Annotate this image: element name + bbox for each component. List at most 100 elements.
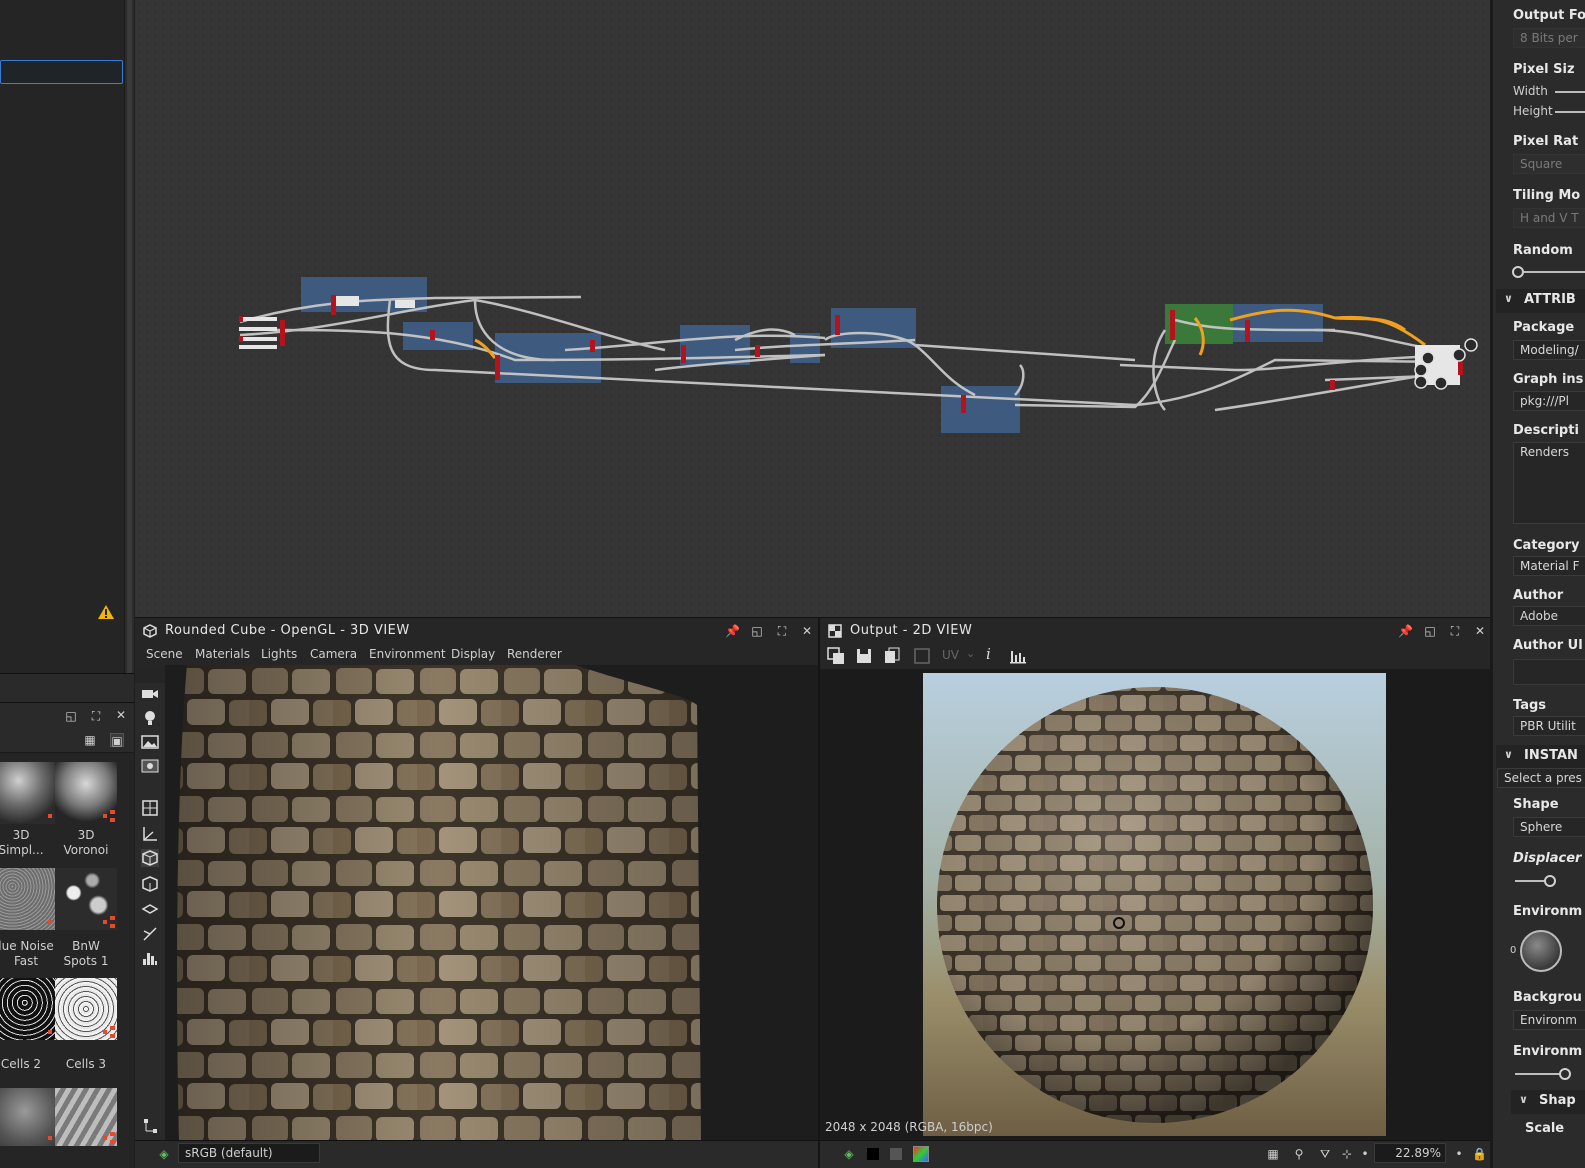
view3d-viewport[interactable] bbox=[165, 665, 818, 1140]
uv-dropdown-icon[interactable]: ⌄ bbox=[966, 647, 975, 660]
library-thumb-3d-simplex[interactable] bbox=[0, 762, 62, 824]
layers-stack-icon[interactable]: ◈ bbox=[157, 1147, 171, 1161]
camera-icon[interactable] bbox=[141, 685, 159, 703]
close-icon[interactable]: ✕ bbox=[800, 624, 814, 638]
histogram-icon[interactable] bbox=[1009, 647, 1027, 665]
uv-toggle[interactable]: UV bbox=[942, 648, 959, 662]
environment-icon[interactable] bbox=[141, 733, 159, 751]
layers-icon[interactable] bbox=[141, 901, 159, 919]
layers-stack-icon[interactable]: ◈ bbox=[842, 1147, 856, 1161]
instance-section-header[interactable]: ∨ INSTAN bbox=[1496, 745, 1585, 769]
description-field[interactable]: Renders bbox=[1513, 442, 1585, 524]
pin-icon[interactable]: ◱ bbox=[64, 709, 78, 723]
gray-swatch[interactable] bbox=[890, 1148, 902, 1160]
menu-environment[interactable]: Environment bbox=[369, 647, 446, 661]
zoom-in-icon[interactable]: • bbox=[1452, 1147, 1466, 1161]
author-field[interactable]: Adobe bbox=[1513, 606, 1585, 626]
filter-icon[interactable]: ⛛ bbox=[1318, 1147, 1332, 1161]
maximize-icon[interactable]: ⛶ bbox=[1448, 624, 1462, 638]
render-settings-icon[interactable] bbox=[141, 757, 159, 775]
info-icon[interactable]: i bbox=[986, 645, 991, 663]
shape-section-header[interactable]: ∨ Shap bbox=[1511, 1090, 1585, 1114]
view3d-titlebar: Rounded Cube - OpenGL - 3D VIEW 📌 ◱ ⛶ ✕ bbox=[135, 618, 818, 644]
width-slider[interactable] bbox=[1555, 91, 1585, 93]
displacement-slider-knob[interactable] bbox=[1544, 875, 1556, 887]
light-icon[interactable] bbox=[141, 709, 159, 727]
close-icon[interactable]: ✕ bbox=[114, 708, 128, 722]
environment-exposure-slider-knob[interactable] bbox=[1559, 1068, 1571, 1080]
random-seed-slider-knob[interactable] bbox=[1512, 266, 1524, 278]
shaded-cube-icon[interactable] bbox=[141, 849, 159, 867]
displacement-label: Displacer bbox=[1513, 851, 1582, 866]
float-icon[interactable]: ◱ bbox=[1423, 624, 1437, 638]
export-icon[interactable] bbox=[827, 647, 845, 665]
menu-scene[interactable]: Scene bbox=[146, 647, 183, 661]
library-thumb-3d-voronoi[interactable] bbox=[55, 762, 117, 824]
tags-field[interactable]: PBR Utilit bbox=[1513, 716, 1585, 736]
zoom-field[interactable]: 22.89% bbox=[1374, 1143, 1446, 1163]
library-toolbar: ▦ ▣ bbox=[0, 729, 134, 753]
save-icon[interactable] bbox=[855, 647, 873, 665]
output-format-label: Output Fo bbox=[1513, 8, 1585, 23]
zoom-out-icon[interactable]: • bbox=[1358, 1147, 1372, 1161]
histogram-icon[interactable] bbox=[141, 949, 159, 967]
author-url-label: Author Ul bbox=[1513, 638, 1583, 653]
attributes-section-header[interactable]: ∨ ATTRIB bbox=[1496, 289, 1585, 313]
category-field[interactable]: Material F bbox=[1513, 556, 1585, 576]
package-label: Package bbox=[1513, 320, 1575, 335]
float-icon[interactable]: ◱ bbox=[750, 624, 764, 638]
grid-icon[interactable]: ▦ bbox=[1266, 1147, 1280, 1161]
height-slider[interactable] bbox=[1555, 111, 1585, 113]
grid-view-icon[interactable]: ▦ bbox=[83, 733, 97, 747]
menu-lights[interactable]: Lights bbox=[261, 647, 297, 661]
tags-label: Tags bbox=[1513, 698, 1547, 713]
maximize-icon[interactable]: ⛶ bbox=[775, 624, 789, 638]
gizmo-icon[interactable] bbox=[141, 925, 159, 943]
thumbnail-view-icon[interactable]: ▣ bbox=[110, 733, 124, 748]
black-swatch[interactable] bbox=[867, 1148, 879, 1160]
node-graph-canvas[interactable] bbox=[135, 0, 1490, 617]
warning-triangle-icon[interactable] bbox=[97, 604, 115, 620]
pin-icon[interactable]: 📌 bbox=[725, 624, 740, 638]
background-select[interactable]: Environm bbox=[1513, 1010, 1585, 1030]
random-seed-slider[interactable] bbox=[1524, 271, 1585, 273]
output-format-field[interactable]: 8 Bits per bbox=[1513, 28, 1585, 48]
menu-materials[interactable]: Materials bbox=[195, 647, 250, 661]
tiling-mode-field[interactable]: H and V T bbox=[1513, 208, 1585, 228]
lock-icon[interactable]: 🔒 bbox=[1472, 1147, 1487, 1161]
menu-display[interactable]: Display bbox=[451, 647, 495, 661]
menu-camera[interactable]: Camera bbox=[310, 647, 357, 661]
author-url-field[interactable] bbox=[1513, 659, 1585, 685]
shape-select[interactable]: Sphere bbox=[1513, 817, 1585, 837]
compare-icon[interactable] bbox=[913, 647, 931, 665]
color-channels-icon[interactable] bbox=[913, 1146, 929, 1162]
axis-icon[interactable] bbox=[141, 825, 159, 843]
environment-exposure-slider[interactable] bbox=[1515, 1073, 1561, 1075]
pin-icon[interactable]: ⚲ bbox=[1292, 1147, 1306, 1161]
explorer-selected-row[interactable] bbox=[0, 60, 123, 84]
graph-instance-field[interactable]: pkg:///Pl bbox=[1513, 391, 1585, 411]
wireframe-cube-icon[interactable] bbox=[141, 875, 159, 893]
library-thumb-cells-3[interactable] bbox=[55, 978, 117, 1040]
uv-grid-icon[interactable] bbox=[141, 799, 159, 817]
menu-renderer[interactable]: Renderer bbox=[507, 647, 562, 661]
library-thumb-bnw-spots[interactable] bbox=[55, 868, 117, 930]
graph-frame[interactable] bbox=[941, 386, 1020, 433]
library-thumb-clouds[interactable] bbox=[0, 1088, 62, 1146]
hierarchy-icon[interactable] bbox=[141, 1117, 159, 1135]
library-thumb-blue-noise[interactable] bbox=[0, 868, 62, 930]
pin-icon[interactable]: 📌 bbox=[1398, 624, 1413, 638]
library-thumb-cells-2[interactable] bbox=[0, 978, 62, 1040]
tiling-mode-label: Tiling Mo bbox=[1513, 188, 1581, 203]
tile-icon[interactable]: ⊹ bbox=[1340, 1147, 1354, 1161]
colorspace-select[interactable]: sRGB (default) bbox=[178, 1143, 320, 1163]
library-thumb-directional[interactable] bbox=[55, 1088, 117, 1146]
explorer-scrollbar[interactable] bbox=[124, 0, 134, 673]
copy-icon[interactable] bbox=[883, 647, 901, 665]
environment-rotation-dial[interactable] bbox=[1520, 930, 1562, 972]
package-field[interactable]: Modeling/ bbox=[1513, 340, 1585, 360]
pixel-ratio-field[interactable]: Square bbox=[1513, 154, 1585, 174]
maximize-icon[interactable]: ⛶ bbox=[89, 709, 103, 723]
preset-select[interactable]: Select a pres bbox=[1497, 768, 1585, 788]
close-icon[interactable]: ✕ bbox=[1473, 624, 1487, 638]
